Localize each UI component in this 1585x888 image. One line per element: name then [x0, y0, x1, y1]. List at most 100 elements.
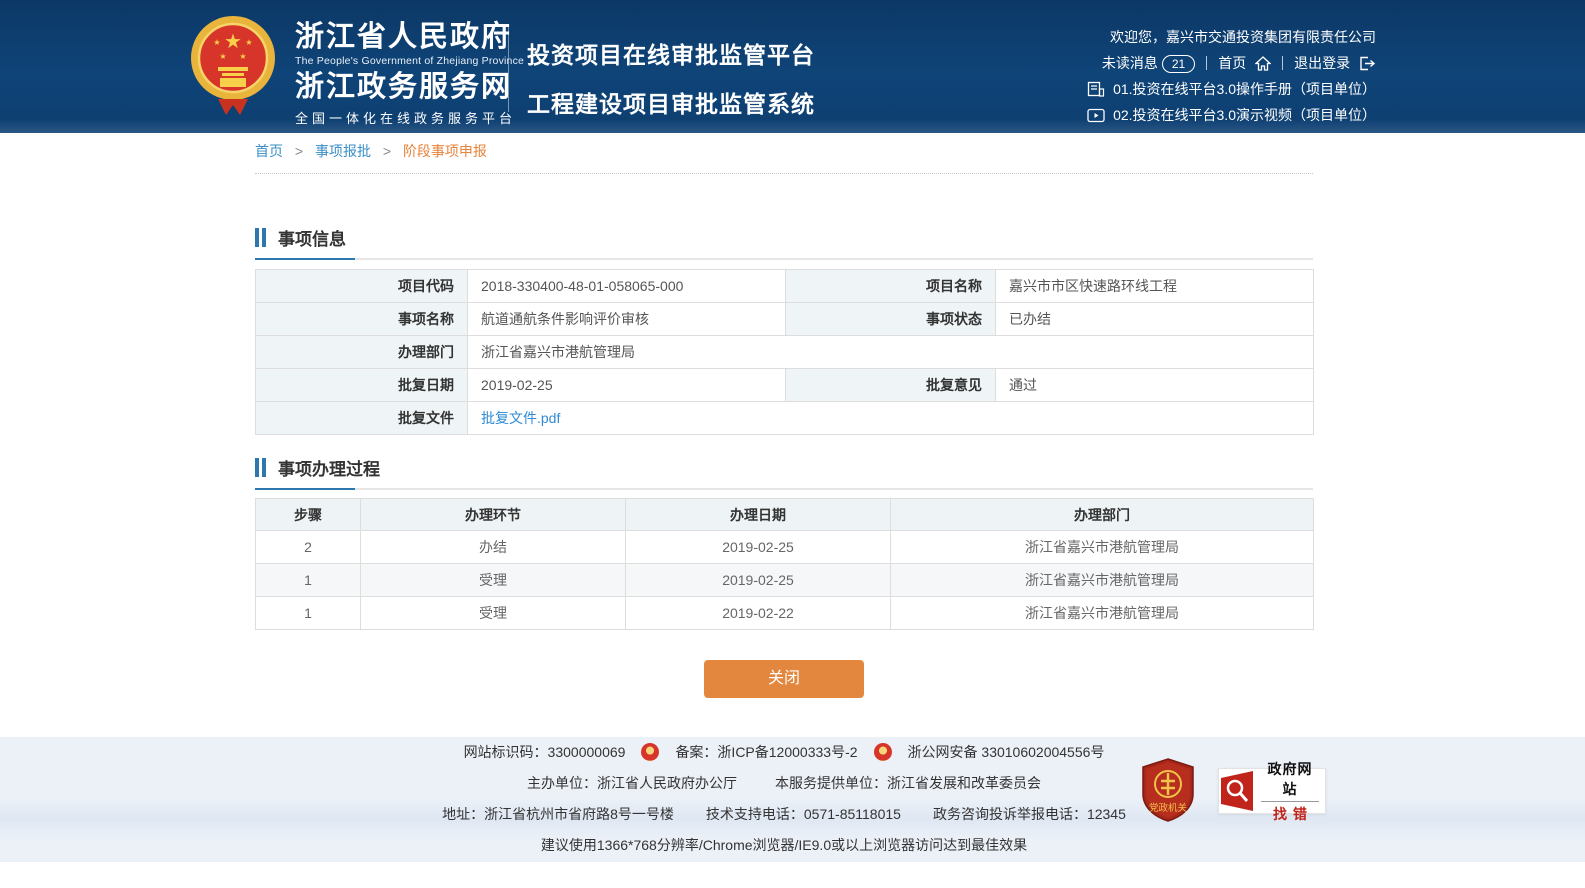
info-section-header: 事项信息 [255, 224, 1313, 260]
portal-title: 浙江政务服务网 [295, 71, 524, 103]
svg-text:★: ★ [239, 52, 246, 61]
table-row: 1 受理 2019-02-25 浙江省嘉兴市港航管理局 [256, 564, 1314, 597]
cell-step: 1 [256, 597, 361, 630]
table-row: 项目代码 2018-330400-48-01-058065-000 项目名称 嘉… [256, 270, 1314, 303]
platform-titles: 投资项目在线审批监管平台 工程建设项目审批监管系统 [527, 36, 815, 119]
item-name-value: 航道通航条件影响评价审核 [468, 303, 786, 336]
cell-date: 2019-02-22 [626, 597, 891, 630]
svg-text:★: ★ [213, 38, 220, 47]
section-bar-icon [262, 228, 266, 247]
gov-title-en: The People's Government of Zhejiang Prov… [295, 55, 524, 67]
header-divider [508, 24, 509, 112]
approval-date-value: 2019-02-25 [468, 369, 786, 402]
table-row: 批复文件 批复文件.pdf [256, 402, 1314, 435]
project-name-value: 嘉兴市市区快速路环线工程 [996, 270, 1314, 303]
svg-text:★: ★ [219, 52, 226, 61]
header-quick-links: 未读消息21 首页 退出登录 [1087, 53, 1376, 73]
logout-icon [1359, 56, 1376, 71]
home-icon [1255, 56, 1271, 71]
table-row: 2 办结 2019-02-25 浙江省嘉兴市港航管理局 [256, 531, 1314, 564]
cell-department: 浙江省嘉兴市港航管理局 [891, 564, 1314, 597]
site-code-text: 网站标识码：3300000069 [464, 742, 626, 762]
table-row: 1 受理 2019-02-22 浙江省嘉兴市港航管理局 [256, 597, 1314, 630]
cell-step: 1 [256, 564, 361, 597]
cell-date: 2019-02-25 [626, 564, 891, 597]
section-bar-icon [255, 458, 259, 477]
icp-emblem-icon [641, 743, 659, 761]
cell-date: 2019-02-25 [626, 531, 891, 564]
department-label: 办理部门 [256, 336, 468, 369]
site-badge-line2: 找错 [1255, 804, 1325, 824]
approval-opinion-value: 通过 [996, 369, 1314, 402]
portal-subtitle: 全国一体化在线政务服务平台 [295, 108, 524, 127]
browser-tip-text: 建议使用1366*768分辨率/Chrome浏览器/IE9.0或以上浏览器访问达… [541, 835, 1027, 855]
button-row: 关闭 [255, 660, 1313, 698]
breadcrumb-separator: > [383, 143, 391, 159]
project-name-label: 项目名称 [786, 270, 996, 303]
col-date: 办理日期 [626, 499, 891, 531]
manual-link[interactable]: 01.投资在线平台3.0操作手册（项目单位） [1113, 79, 1376, 99]
col-stage: 办理环节 [361, 499, 626, 531]
cell-step: 2 [256, 531, 361, 564]
approval-file-label: 批复文件 [256, 402, 468, 435]
link-separator [1282, 56, 1283, 70]
process-table-wrap: 步骤 办理环节 办理日期 办理部门 2 办结 2019-02-25 浙江省嘉兴市… [255, 498, 1313, 630]
approval-file-link[interactable]: 批复文件.pdf [481, 410, 560, 426]
unread-count-badge[interactable]: 21 [1162, 55, 1195, 73]
gov-title: 浙江省人民政府 [295, 21, 524, 53]
col-step: 步骤 [256, 499, 361, 531]
home-link[interactable]: 首页 [1218, 53, 1271, 73]
section-bar-icon [262, 458, 266, 477]
party-shield-icon: 党政机关 [1140, 758, 1196, 822]
breadcrumb-current: 阶段事项申报 [403, 143, 487, 159]
page: ★ ★ ★ ★ ★ 浙江省人民政府 The People's Governmen… [0, 0, 1585, 888]
organizer-text: 主办单位：浙江省人民政府办公厅 [527, 773, 737, 793]
breadcrumb-item-approval[interactable]: 事项报批 [315, 143, 371, 159]
video-link[interactable]: 02.投资在线平台3.0演示视频（项目单位） [1113, 105, 1376, 125]
site-error-badge-text: 政府网站 找错 [1255, 759, 1325, 824]
info-table-wrap: 项目代码 2018-330400-48-01-058065-000 项目名称 嘉… [255, 269, 1313, 435]
platform-title-2: 工程建设项目审批监管系统 [527, 85, 815, 119]
footer-line-browser-tip: 建议使用1366*768分辨率/Chrome浏览器/IE9.0或以上浏览器访问达… [255, 835, 1313, 855]
header: ★ ★ ★ ★ ★ 浙江省人民政府 The People's Governmen… [0, 0, 1585, 133]
cell-stage: 受理 [361, 597, 626, 630]
table-row: 批复日期 2019-02-25 批复意见 通过 [256, 369, 1314, 402]
logout-link-label: 退出登录 [1294, 55, 1350, 71]
project-code-label: 项目代码 [256, 270, 468, 303]
video-play-icon [1087, 108, 1105, 123]
cell-stage: 办结 [361, 531, 626, 564]
icp-text: 备案：浙ICP备12000333号-2 [675, 742, 857, 762]
party-badge[interactable]: 党政机关 [1140, 758, 1196, 822]
item-name-label: 事项名称 [256, 303, 468, 336]
brand-block: 浙江省人民政府 The People's Government of Zheji… [295, 21, 524, 127]
info-table: 项目代码 2018-330400-48-01-058065-000 项目名称 嘉… [255, 269, 1314, 435]
col-department: 办理部门 [891, 499, 1314, 531]
national-emblem-icon: ★ ★ ★ ★ ★ [190, 15, 276, 118]
process-table: 步骤 办理环节 办理日期 办理部门 2 办结 2019-02-25 浙江省嘉兴市… [255, 498, 1314, 630]
site-error-report-badge[interactable]: 政府网站 找错 [1218, 768, 1326, 814]
party-badge-label: 党政机关 [1149, 802, 1188, 814]
close-button[interactable]: 关闭 [704, 660, 864, 698]
unread-messages-label: 未读消息 [1102, 55, 1158, 71]
section-underline [255, 258, 1313, 260]
hotline-text: 政务咨询投诉举报电话：12345 [933, 804, 1126, 824]
unread-messages-link[interactable]: 未读消息21 [1102, 53, 1195, 73]
footer: 网站标识码：3300000069 备案：浙ICP备12000333号-2 浙公网… [0, 737, 1585, 862]
cell-department: 浙江省嘉兴市港航管理局 [891, 597, 1314, 630]
site-badge-line1: 政府网站 [1261, 759, 1319, 802]
project-code-value: 2018-330400-48-01-058065-000 [468, 270, 786, 303]
manual-link-row: 01.投资在线平台3.0操作手册（项目单位） [1087, 79, 1376, 99]
info-section-title: 事项信息 [278, 225, 346, 250]
tech-phone-text: 技术支持电话：0571-85118015 [706, 804, 901, 824]
link-separator [1206, 56, 1207, 70]
home-link-label: 首页 [1218, 55, 1246, 71]
section-underline [255, 488, 1313, 490]
svg-text:★: ★ [245, 38, 252, 47]
welcome-text: 欢迎您，嘉兴市交通投资集团有限责任公司 [1087, 27, 1376, 47]
breadcrumb-home[interactable]: 首页 [255, 143, 283, 159]
logout-link[interactable]: 退出登录 [1294, 53, 1376, 73]
department-value: 浙江省嘉兴市港航管理局 [468, 336, 1314, 369]
national-emblem-logo: ★ ★ ★ ★ ★ [190, 15, 276, 118]
table-header-row: 步骤 办理环节 办理日期 办理部门 [256, 499, 1314, 531]
table-row: 办理部门 浙江省嘉兴市港航管理局 [256, 336, 1314, 369]
